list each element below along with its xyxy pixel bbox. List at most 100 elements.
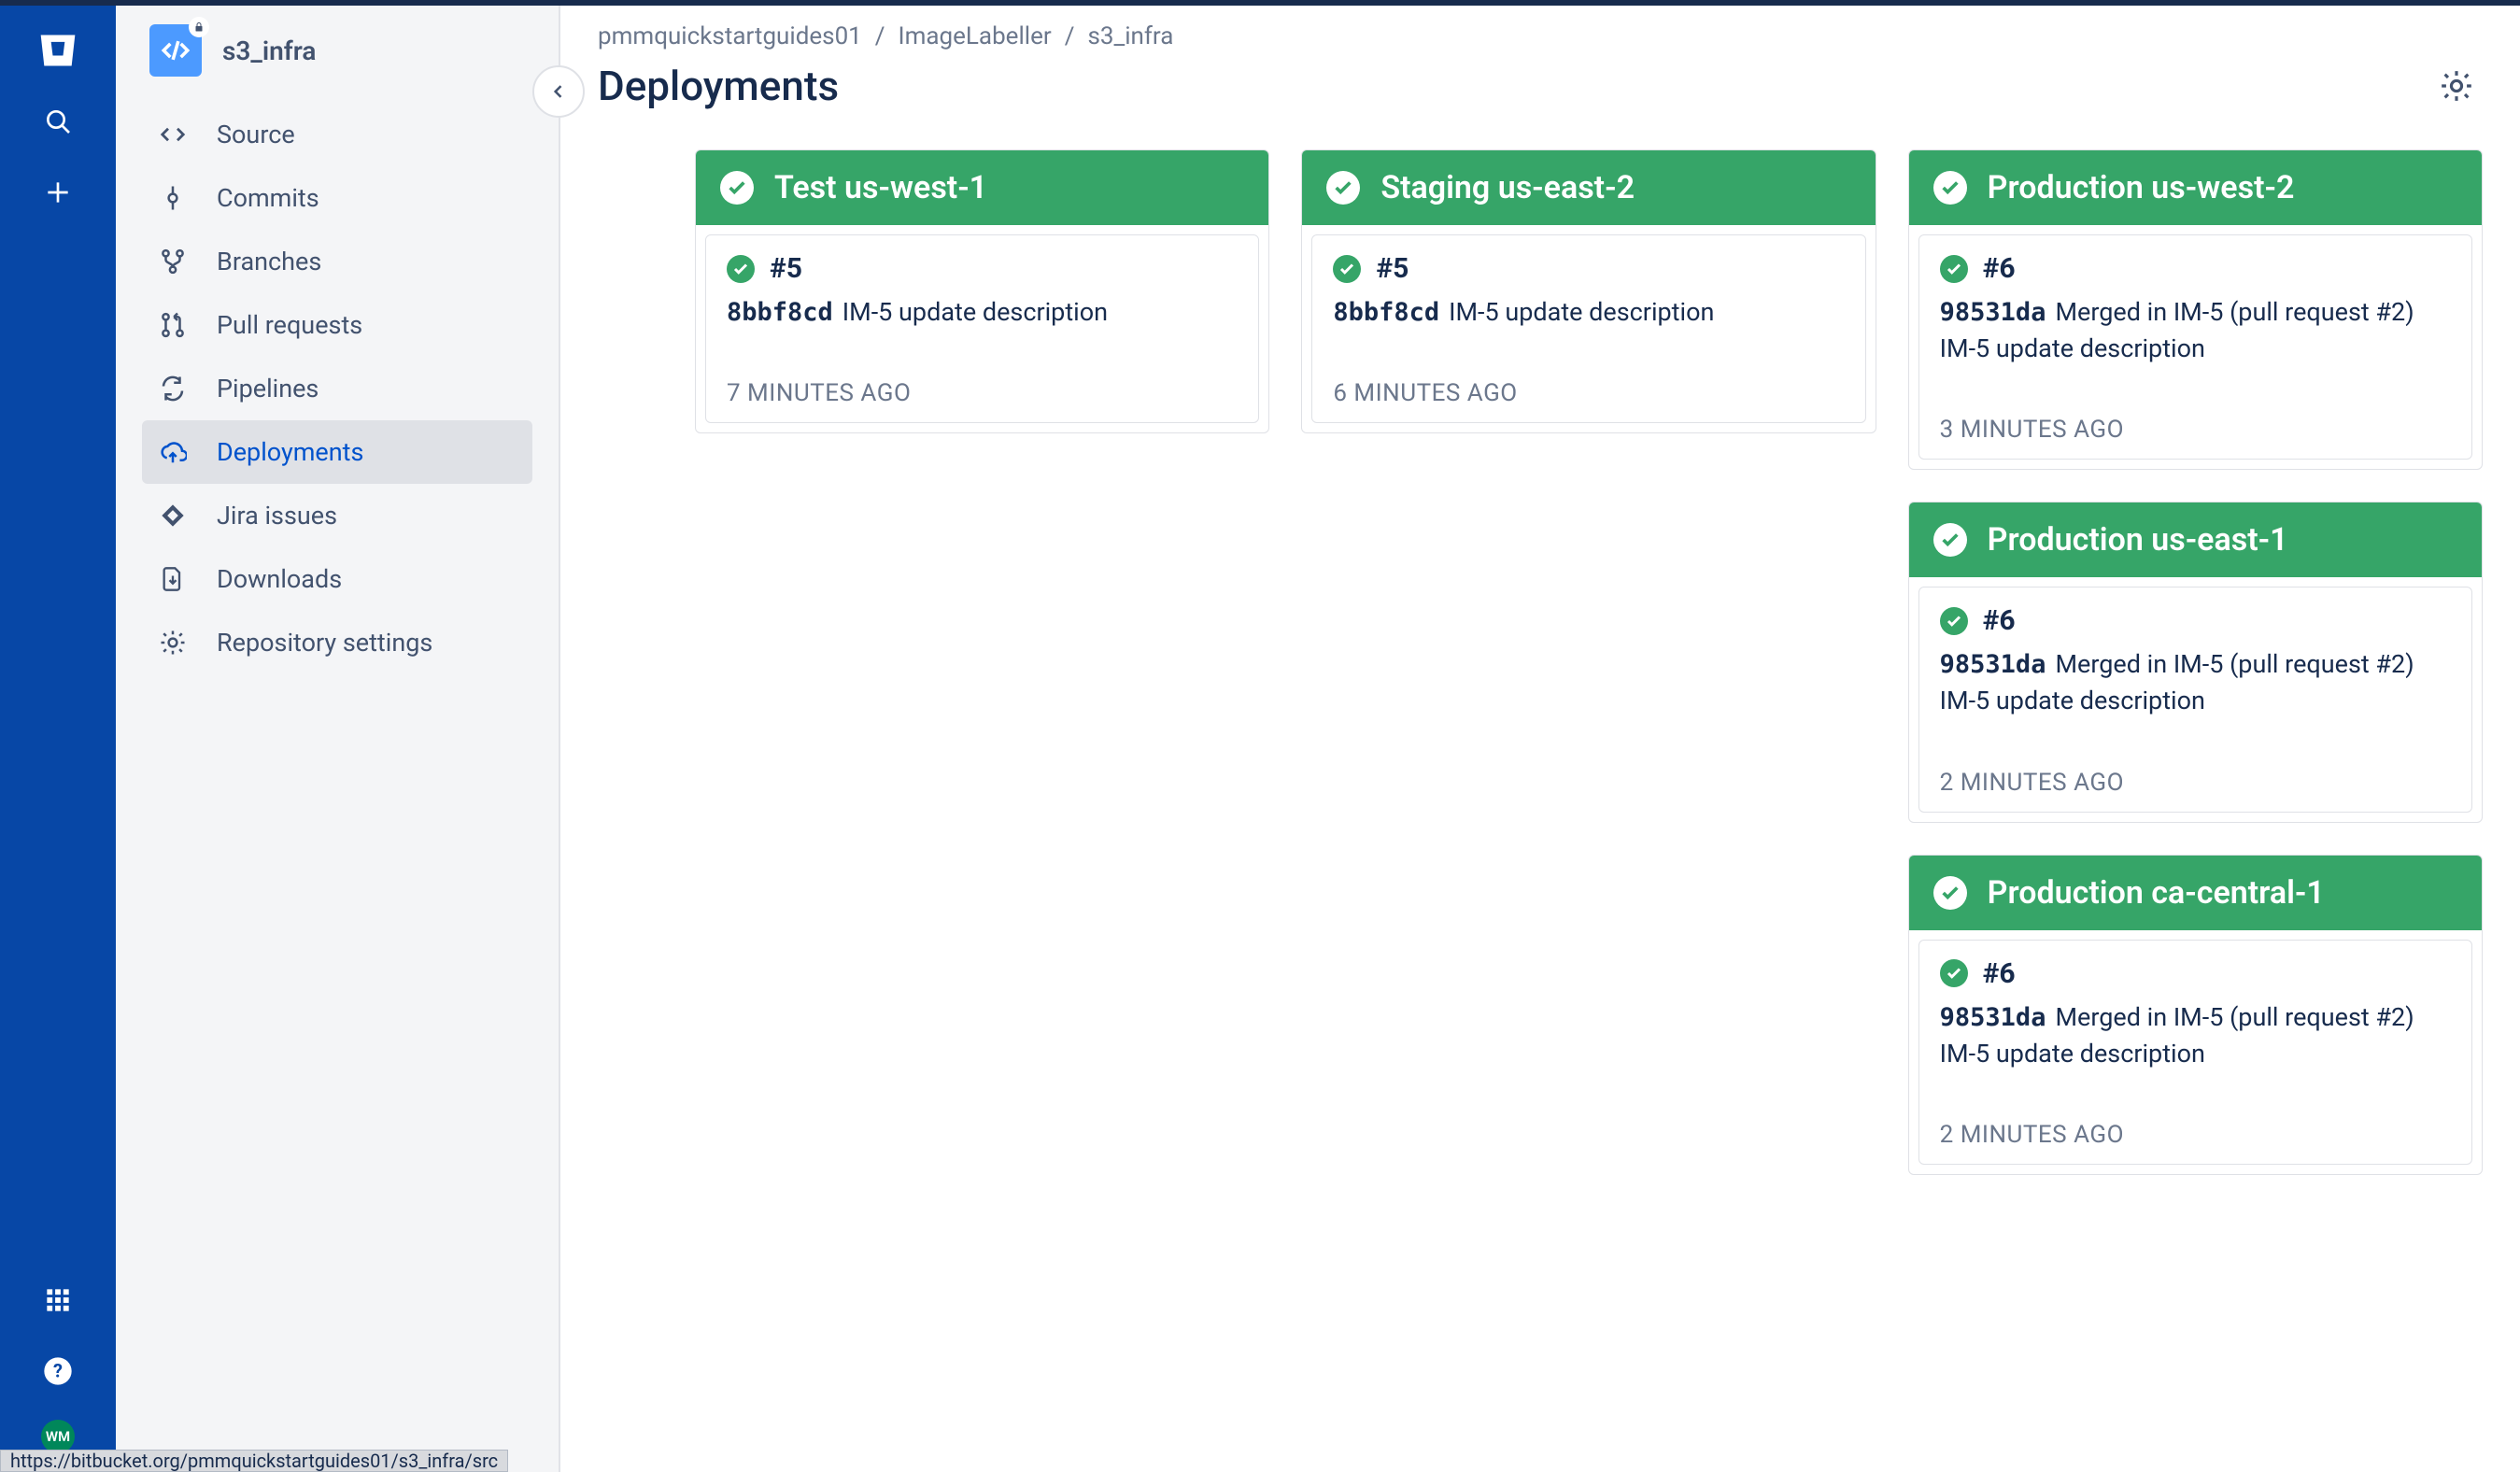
pipelines-icon [159,375,187,403]
check-icon [1933,171,1967,205]
commits-icon [159,184,187,212]
user-avatar[interactable]: WM [41,1420,75,1453]
gear-icon [159,629,187,657]
env-card: Staging us-east-2 #5 8bbf8cd IM-5 update de… [1301,149,1876,433]
env-card: Test us-west-1 #5 8bbf8cd IM-5 update descr… [695,149,1269,433]
env-name: Production us-west-2 [1988,169,2295,206]
check-icon [720,171,754,205]
sidebar-item-settings[interactable]: Repository settings [142,611,532,674]
repo-avatar [149,24,202,77]
bitbucket-logo[interactable] [35,28,80,73]
env-header[interactable]: Production ca-central-1 [1909,856,2482,930]
deployments-settings-button[interactable] [2430,60,2483,112]
sidebar-item-commits[interactable]: Commits [142,166,532,230]
breadcrumbs: pmmquickstartguides01 / ImageLabeller / … [598,22,2483,50]
env-body[interactable]: #6 98531daMerged in IM-5 (pull request #2… [1918,587,2472,812]
env-header[interactable]: Test us-west-1 [696,150,1268,225]
repo-name: s3_infra [222,35,316,66]
build-number: #5 [770,252,802,285]
deployments-icon [159,438,187,466]
check-icon [1940,255,1968,283]
commit-hash: 98531da [1940,298,2046,327]
build-row: #6 [1940,604,2451,637]
commit-hash: 98531da [1940,650,2046,679]
env-body[interactable]: #5 8bbf8cd IM-5 update description 7 MINUTE… [705,234,1259,423]
commit-row: 98531daMerged in IM-5 (pull request #2) … [1940,646,2451,719]
repo-header[interactable]: s3_infra [142,24,532,77]
env-name: Production ca-central-1 [1988,874,2325,912]
commit-row: 8bbf8cd IM-5 update description [1333,294,1844,331]
search-icon[interactable] [35,99,80,144]
env-column: Staging us-east-2 #5 8bbf8cd IM-5 update de… [1301,149,1876,1175]
build-number: #6 [1983,604,2016,637]
sidebar-item-downloads[interactable]: Downloads [142,547,532,611]
check-icon [1933,876,1967,910]
pull-requests-icon [159,311,187,339]
deploy-time: 2 MINUTES AGO [1940,769,2451,797]
sidebar-item-pipelines[interactable]: Pipelines [142,357,532,420]
svg-text:?: ? [53,1360,63,1382]
build-number: #6 [1983,957,2016,990]
env-header[interactable]: Staging us-east-2 [1302,150,1875,225]
build-row: #6 [1940,252,2451,285]
deploy-time: 7 MINUTES AGO [727,379,1238,407]
sidebar-item-label: Pull requests [217,310,362,340]
check-icon [1940,959,1968,987]
app-switcher-icon[interactable] [35,1278,80,1323]
sidebar-item-deployments[interactable]: Deployments [142,420,532,484]
deploy-time: 3 MINUTES AGO [1940,416,2451,444]
env-card: Production us-west-2#698531daMerged in I… [1908,149,2483,470]
breadcrumb-link[interactable]: s3_infra [1087,22,1173,50]
sidebar-item-label: Repository settings [217,628,432,658]
sidebar-collapse-button[interactable] [532,65,585,118]
commit-hash: 8bbf8cd [727,298,833,327]
check-icon [1933,523,1967,557]
help-icon[interactable]: ? [35,1349,80,1394]
build-row: #5 [1333,252,1844,285]
commit-hash: 8bbf8cd [1333,298,1439,327]
build-row: #6 [1940,957,2451,990]
commit-hash: 98531da [1940,1003,2046,1032]
deploy-time: 2 MINUTES AGO [1940,1121,2451,1149]
build-number: #5 [1376,252,1409,285]
commit-row: 8bbf8cd IM-5 update description [727,294,1238,331]
env-card: Production ca-central-1#698531daMerged i… [1908,855,2483,1175]
env-name: Production us-east-1 [1988,521,2288,559]
commit-message: IM-5 update description [842,297,1108,327]
sidebar-item-label: Downloads [217,564,342,594]
main: pmmquickstartguides01 / ImageLabeller / … [560,6,2520,1472]
env-header[interactable]: Production us-east-1 [1909,502,2482,577]
env-card: Production us-east-1 #6 98531daMerged in I… [1908,502,2483,822]
breadcrumb-link[interactable]: ImageLabeller [899,22,1052,50]
sidebar-item-label: Jira issues [217,501,337,531]
env-body[interactable]: #698531daMerged in IM-5 (pull request #2… [1918,234,2472,460]
create-icon[interactable] [35,170,80,215]
breadcrumb-link[interactable]: pmmquickstartguides01 [598,22,862,50]
env-header[interactable]: Production us-west-2 [1909,150,2482,225]
sidebar-item-pull-requests[interactable]: Pull requests [142,293,532,357]
sidebar-item-source[interactable]: Source [142,103,532,166]
global-nav: ? WM [0,6,116,1472]
sidebar-item-label: Source [217,120,295,149]
downloads-icon [159,565,187,593]
check-icon [727,255,755,283]
jira-icon [159,502,187,530]
sidebar-item-label: Commits [217,183,319,213]
env-body[interactable]: #5 8bbf8cd IM-5 update description 6 MINUTE… [1311,234,1865,423]
deploy-time: 6 MINUTES AGO [1333,379,1844,407]
env-body[interactable]: #698531daMerged in IM-5 (pull request #2… [1918,940,2472,1165]
env-column: Test us-west-1 #5 8bbf8cd IM-5 update descr… [695,149,1269,1175]
build-row: #5 [727,252,1238,285]
browser-status-bar: https://bitbucket.org/pmmquickstartguide… [0,1450,508,1472]
branches-icon [159,248,187,276]
env-name: Staging us-east-2 [1380,169,1635,206]
commit-message: IM-5 update description [1449,297,1714,327]
check-icon [1326,171,1360,205]
lock-icon [189,17,209,37]
sidebar-item-branches[interactable]: Branches [142,230,532,293]
sidebar-item-jira[interactable]: Jira issues [142,484,532,547]
sidebar: s3_infra Source Commits Branches Pull re… [116,6,560,1472]
sidebar-item-label: Pipelines [217,374,319,403]
build-number: #6 [1983,252,2016,285]
sidebar-nav: Source Commits Branches Pull requests Pi… [142,103,532,674]
